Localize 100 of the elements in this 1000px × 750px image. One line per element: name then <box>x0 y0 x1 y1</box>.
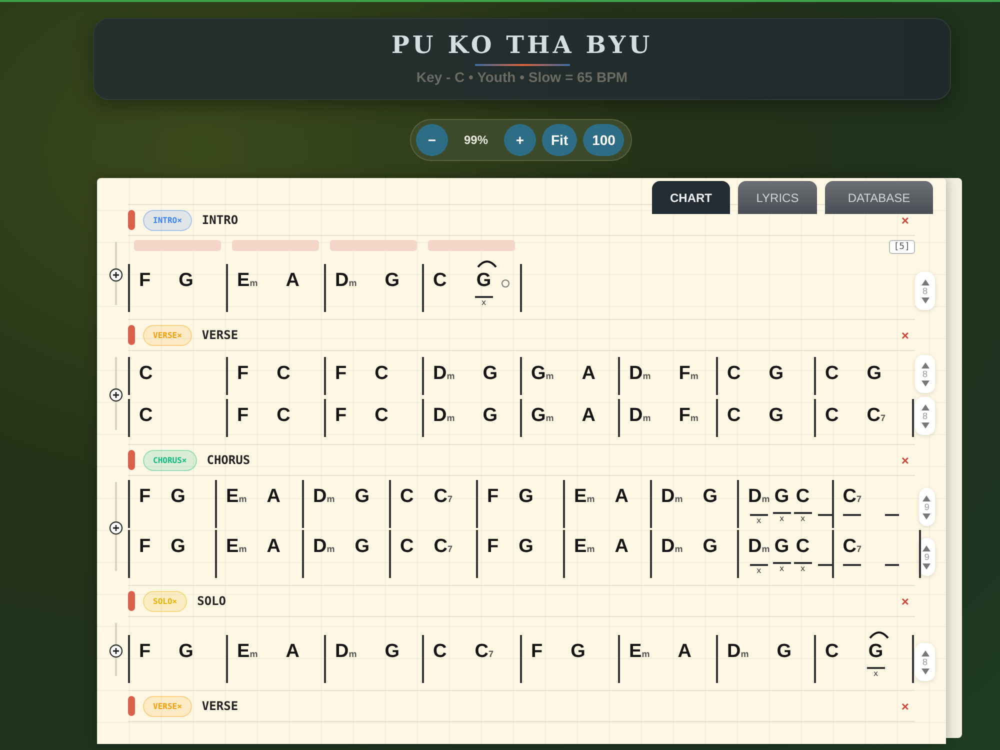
chord[interactable]: G <box>476 270 492 292</box>
down-arrow-icon <box>922 512 932 520</box>
chord[interactable]: C <box>400 536 414 558</box>
barline <box>422 357 424 395</box>
section-marker <box>128 210 135 230</box>
chord[interactable]: A <box>266 486 280 508</box>
chord[interactable]: A <box>286 641 300 663</box>
chord[interactable]: F <box>335 363 347 385</box>
chord[interactable]: A <box>614 536 628 558</box>
chord[interactable]: F <box>139 486 151 508</box>
chord[interactable]: G <box>774 536 790 558</box>
chord[interactable]: C <box>276 363 290 385</box>
barline <box>737 480 739 528</box>
muted-mark: x <box>481 298 486 308</box>
zoom-out-button[interactable]: − <box>416 124 448 156</box>
chord[interactable]: C <box>727 363 741 385</box>
barline <box>389 480 391 528</box>
chord[interactable]: G <box>518 536 534 558</box>
up-arrow-icon <box>920 404 930 410</box>
tab[interactable]: DATABASE <box>825 181 933 214</box>
chord[interactable]: G <box>868 641 884 663</box>
chord[interactable]: F <box>139 536 151 558</box>
tab[interactable]: CHART <box>652 181 730 214</box>
delete-button[interactable]: × <box>901 594 909 608</box>
chord[interactable]: A <box>266 536 280 558</box>
chord[interactable]: F <box>531 641 543 663</box>
barline <box>128 635 130 683</box>
delete-button[interactable]: × <box>901 698 909 714</box>
hold-dash <box>818 564 832 566</box>
chord[interactable]: F <box>139 641 151 663</box>
chord[interactable]: F <box>487 486 499 508</box>
chord[interactable]: G <box>768 405 784 427</box>
chord[interactable]: C <box>796 486 810 508</box>
chord[interactable]: G <box>482 363 498 385</box>
chord[interactable]: G <box>866 363 882 385</box>
chord[interactable]: C <box>139 363 153 385</box>
chord[interactable]: F <box>335 405 347 427</box>
chord[interactable]: C <box>727 405 741 427</box>
chord[interactable]: A <box>582 363 596 385</box>
barline <box>324 357 326 395</box>
hold-dash <box>818 514 832 516</box>
chord[interactable]: C <box>825 363 839 385</box>
reset-zoom-button[interactable]: 100 <box>583 124 624 156</box>
chord[interactable]: G <box>170 486 186 508</box>
delete-button[interactable]: × <box>901 328 909 342</box>
chord[interactable]: C <box>374 405 388 427</box>
chord[interactable]: C <box>433 270 447 292</box>
chord[interactable]: G <box>570 641 586 663</box>
chord[interactable]: G <box>354 536 370 558</box>
chord[interactable]: G <box>354 486 370 508</box>
delete-button[interactable]: × <box>901 452 909 468</box>
chord[interactable]: G <box>170 536 186 558</box>
chord[interactable]: G <box>518 486 534 508</box>
barline <box>215 530 217 578</box>
chord[interactable]: G <box>384 270 400 292</box>
zoom-in-button[interactable]: + <box>504 124 536 156</box>
chord[interactable]: G <box>178 641 194 663</box>
chord[interactable]: G <box>178 270 194 292</box>
chord[interactable]: C <box>796 536 810 558</box>
barline <box>302 480 304 528</box>
chord[interactable]: G <box>702 486 718 508</box>
chord[interactable]: G <box>384 641 400 663</box>
chord[interactable]: F <box>487 536 499 558</box>
chord[interactable]: F <box>237 405 249 427</box>
chord[interactable]: F <box>139 270 151 292</box>
chord[interactable]: C <box>139 405 153 427</box>
tab[interactable]: LYRICS <box>738 181 817 214</box>
barline <box>618 357 620 395</box>
chord[interactable]: G <box>774 486 790 508</box>
chord[interactable]: C <box>433 641 447 663</box>
song-title: PU KO THA BYU <box>391 30 653 59</box>
muted-mark: x <box>756 516 762 526</box>
chord[interactable]: C <box>276 405 290 427</box>
chord[interactable]: A <box>286 270 300 292</box>
barline <box>215 480 217 528</box>
chord[interactable]: G <box>776 641 792 663</box>
muted-mark: x <box>779 564 784 574</box>
chord[interactable]: G <box>482 405 498 427</box>
barline <box>128 399 130 437</box>
muted-mark: x <box>873 669 878 679</box>
hold-dash <box>884 564 898 566</box>
down-arrow-icon <box>920 422 930 428</box>
chord[interactable]: A <box>678 641 692 663</box>
barline <box>476 480 478 528</box>
section-name: VERSE <box>202 328 238 342</box>
down-arrow-icon <box>920 296 930 304</box>
fit-button[interactable]: Fit <box>542 124 578 156</box>
chord[interactable]: F <box>237 363 249 385</box>
chord[interactable]: C <box>825 641 839 663</box>
section-marker <box>128 325 135 345</box>
repeat-badge: [5] <box>888 240 915 254</box>
barline <box>422 399 424 437</box>
chord[interactable]: C <box>374 363 388 385</box>
chord[interactable]: G <box>702 536 718 558</box>
chord[interactable]: C <box>400 486 414 508</box>
chord[interactable]: A <box>614 486 628 508</box>
chord[interactable]: C <box>825 405 839 427</box>
chord[interactable]: G <box>768 363 784 385</box>
delete-button[interactable]: × <box>901 212 909 228</box>
chord[interactable]: A <box>582 405 596 427</box>
